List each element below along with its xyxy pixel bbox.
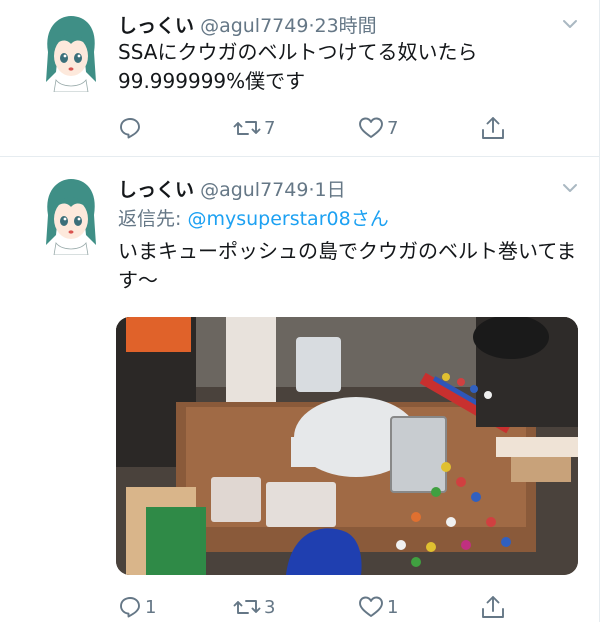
reply-mention-link[interactable]: @mysuperstar08さん xyxy=(187,208,388,230)
share-button[interactable] xyxy=(480,594,506,620)
tweet-text: SSAにクウガのベルトつけてる奴いたら99.999999%僕です xyxy=(118,40,478,93)
tweet-2[interactable]: しっくい @agul7749·1日 返信先: @mysuperstar08さん … xyxy=(0,157,600,622)
retweet-count: 7 xyxy=(264,117,276,139)
display-name[interactable]: しっくい xyxy=(118,179,194,201)
reply-context: 返信先: @mysuperstar08さん xyxy=(118,204,389,231)
share-icon xyxy=(482,117,504,139)
photo-image xyxy=(116,317,578,575)
reply-label: 返信先: xyxy=(118,208,188,230)
heart-icon xyxy=(359,117,383,138)
reply-button[interactable] xyxy=(118,115,145,141)
tweet-actions: 7 7 xyxy=(118,115,578,141)
timestamp[interactable]: 23時間 xyxy=(315,15,377,37)
tweet-header: しっくい @agul7749·1日 xyxy=(118,175,346,202)
share-icon xyxy=(482,596,504,618)
tweet-text: いまキューポッシュの島でクウガのベルト巻いてます〜 xyxy=(118,239,577,292)
retweet-button[interactable]: 7 xyxy=(233,115,275,141)
reply-icon xyxy=(120,118,140,139)
retweet-count: 3 xyxy=(264,596,276,618)
heart-icon xyxy=(359,596,383,617)
like-button[interactable]: 7 xyxy=(358,115,398,141)
user-handle[interactable]: @agul7749 xyxy=(200,15,308,37)
like-button[interactable]: 1 xyxy=(358,594,398,620)
avatar[interactable] xyxy=(40,175,102,255)
reply-button[interactable]: 1 xyxy=(118,594,156,620)
reply-icon xyxy=(120,597,140,618)
user-handle[interactable]: @agul7749 xyxy=(200,179,308,201)
chevron-down-icon[interactable] xyxy=(562,19,578,29)
timestamp[interactable]: 1日 xyxy=(315,179,346,201)
tweet-header: しっくい @agul7749·23時間 xyxy=(118,11,377,38)
tweet-photo[interactable] xyxy=(116,317,578,575)
share-button[interactable] xyxy=(480,115,506,141)
display-name[interactable]: しっくい xyxy=(118,15,194,37)
tweet-actions: 1 3 1 xyxy=(118,594,578,620)
chevron-down-icon[interactable] xyxy=(562,183,578,193)
retweet-icon xyxy=(233,121,261,135)
retweet-button[interactable]: 3 xyxy=(233,594,275,620)
avatar[interactable] xyxy=(40,12,102,92)
tweet-1[interactable]: しっくい @agul7749·23時間 SSAにクウガのベルトつけてる奴いたら9… xyxy=(0,0,600,157)
reply-count: 1 xyxy=(145,596,157,618)
like-count: 1 xyxy=(387,596,399,618)
retweet-icon xyxy=(233,600,261,614)
like-count: 7 xyxy=(387,117,399,139)
